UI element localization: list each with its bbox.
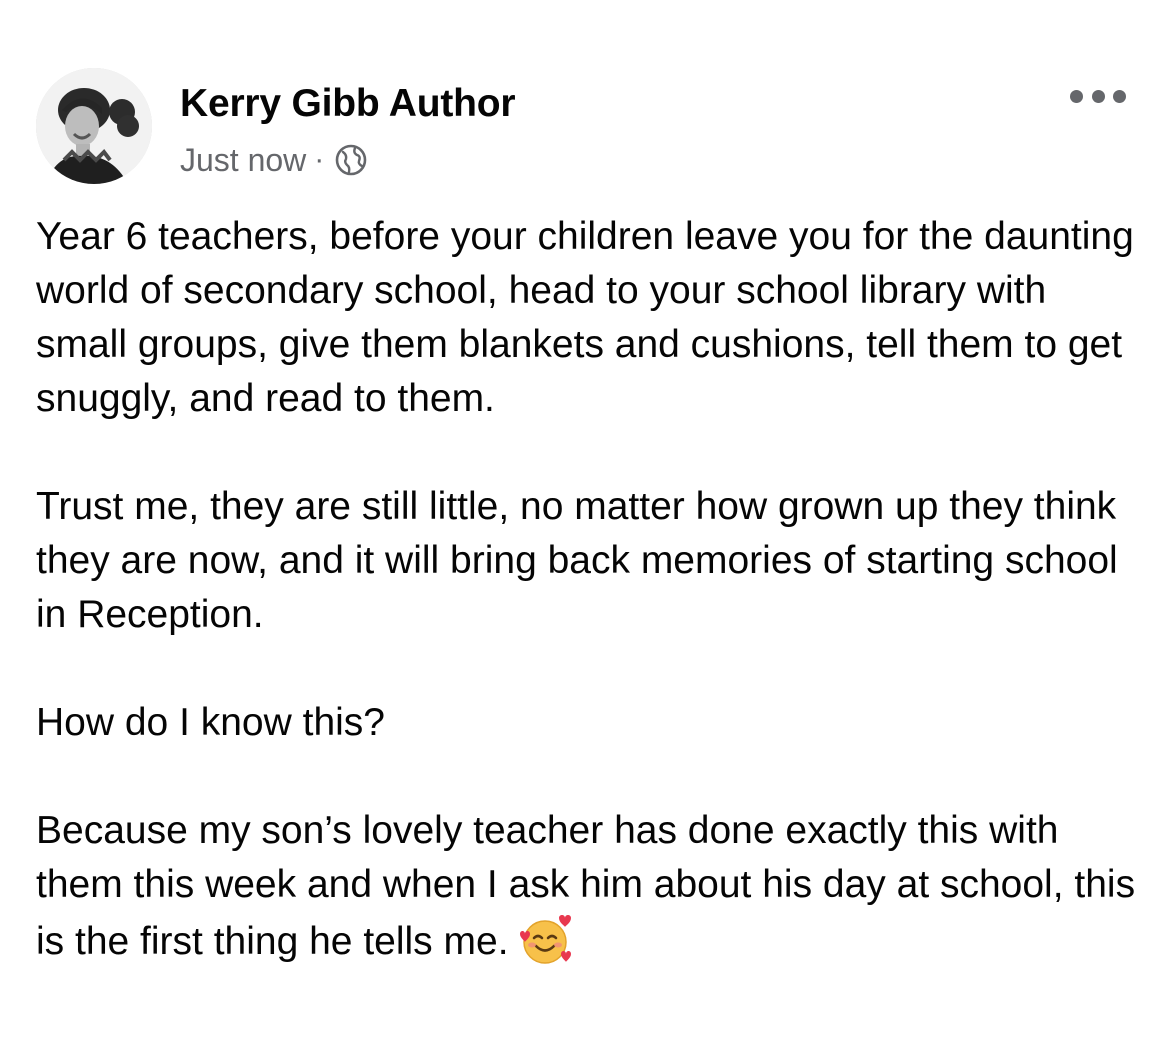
more-dot-3: [1113, 89, 1126, 103]
more-dot-1: [1070, 89, 1083, 103]
post-paragraph-4: Because my son’s lovely teacher has done…: [36, 809, 1136, 963]
post-paragraph-2: Trust me, they are still little, no matt…: [36, 485, 1118, 636]
more-dot-2: [1091, 89, 1105, 103]
post-paragraph-3: How do I know this?: [36, 701, 386, 744]
globe-icon[interactable]: [334, 143, 368, 177]
post-body: Year 6 teachers, before your children le…: [36, 210, 1146, 969]
post-paragraph-1: Year 6 teachers, before your children le…: [36, 215, 1134, 420]
meta-separator: ·: [314, 143, 325, 176]
post-timestamp[interactable]: Just now: [180, 142, 306, 179]
post-paragraph-4-wrap: Because my son’s lovely teacher has done…: [36, 804, 1146, 969]
smiling-face-with-hearts-icon: [519, 912, 573, 966]
post-meta: Just now ·: [180, 140, 368, 180]
more-options-icon[interactable]: [1070, 82, 1126, 110]
facebook-post: Kerry Gibb Author Just now · Year 6 teac…: [0, 0, 1169, 1038]
author-avatar[interactable]: [36, 68, 152, 184]
post-header: Kerry Gibb Author Just now ·: [36, 68, 1136, 184]
author-name[interactable]: Kerry Gibb Author: [180, 82, 516, 126]
avatar-photo: [36, 68, 152, 184]
